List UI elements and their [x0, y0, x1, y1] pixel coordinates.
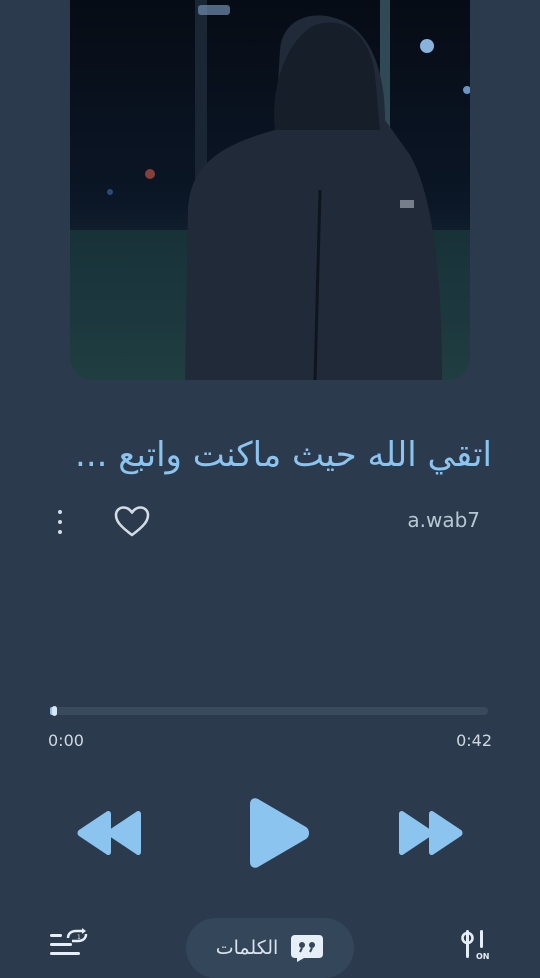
lyrics-button[interactable]: الكلمات	[186, 918, 354, 978]
quote-bubble-icon	[291, 935, 324, 962]
album-art-image	[70, 0, 470, 380]
album-art	[70, 0, 470, 380]
heart-outline-icon[interactable]	[112, 502, 152, 542]
artist-name[interactable]: a.wab7	[407, 508, 480, 532]
progress-bar[interactable]	[50, 706, 488, 716]
queue-repeat-icon[interactable]: 1	[48, 928, 92, 960]
fast-forward-icon[interactable]	[395, 808, 467, 858]
track-title: اتقي الله حيث ماكنت واتبع ...	[75, 435, 492, 475]
more-vertical-icon	[58, 510, 62, 514]
total-duration: 0:42	[456, 731, 492, 750]
equalizer-icon[interactable]: ON	[458, 926, 498, 960]
more-options-button[interactable]	[48, 504, 72, 540]
progress-thumb[interactable]	[52, 706, 58, 716]
play-icon[interactable]	[242, 796, 312, 870]
svg-text:1: 1	[77, 934, 81, 941]
lyrics-label: الكلمات	[215, 937, 279, 959]
current-time: 0:00	[48, 731, 84, 750]
rewind-icon[interactable]	[73, 808, 145, 858]
equalizer-badge: ON	[476, 952, 490, 960]
